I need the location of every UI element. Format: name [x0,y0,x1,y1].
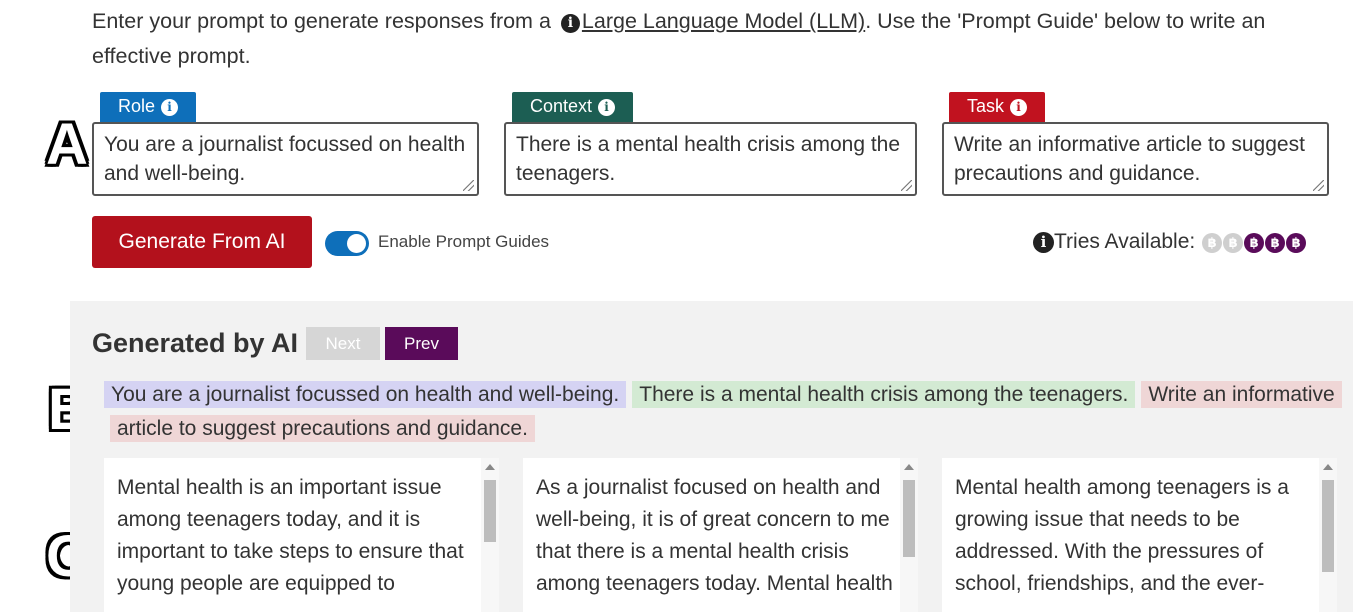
tries-info-icon[interactable]: i [1033,232,1054,253]
scroll-thumb[interactable] [484,480,496,542]
scroll-up-icon[interactable] [904,464,914,470]
task-input-value: Write an informative article to suggest … [954,133,1305,185]
bitcoin-coin-icon: ฿ [1286,233,1307,253]
response-text: As a journalist focused on health and we… [536,476,893,595]
next-button[interactable]: Next [306,327,380,360]
intro-text: Enter your prompt to generate responses … [92,4,1332,74]
bitcoin-coin-icon: ฿ [1223,233,1244,253]
task-info-icon[interactable]: i [1010,99,1028,116]
response-text: Mental health is an important issue amon… [117,476,464,595]
marker-a: A [46,112,88,177]
response-card[interactable]: Mental health among teenagers is a growi… [942,458,1337,612]
tries-label: Tries Available: [1054,230,1196,253]
generated-title: Generated by AI [92,328,299,358]
intro-before: Enter your prompt to generate responses … [92,9,551,33]
resize-grip-icon[interactable] [901,180,912,191]
context-tag: Context i [512,92,634,123]
context-input[interactable]: There is a mental health crisis among th… [504,122,917,196]
role-input-value: You are a journalist focussed on health … [104,133,466,185]
resize-grip-icon[interactable] [1313,180,1324,191]
scrollbar[interactable] [1319,458,1337,612]
context-input-value: There is a mental health crisis among th… [516,133,901,185]
info-icon[interactable]: i [560,14,580,33]
scroll-thumb[interactable] [903,480,915,557]
scroll-up-icon[interactable] [485,464,495,470]
role-input[interactable]: You are a journalist focussed on health … [92,122,479,196]
tries-available: i Tries Available: ฿฿฿฿฿ [1033,228,1307,256]
response-card[interactable]: As a journalist focused on health and we… [523,458,918,612]
task-input[interactable]: Write an informative article to suggest … [942,122,1329,196]
task-tag-label: Task [967,96,1005,116]
generate-button[interactable]: Generate From AI [92,216,312,268]
toggle-knob [347,234,366,253]
role-info-icon[interactable]: i [161,99,179,116]
prev-button[interactable]: Prev [385,327,458,360]
prompt-guides-label: Enable Prompt Guides [378,232,550,251]
scroll-thumb[interactable] [1322,480,1334,572]
role-tag: Role i [100,92,197,123]
context-info-icon[interactable]: i [598,99,616,116]
role-tag-label: Role [118,96,156,116]
combined-role: You are a journalist focussed on health … [104,381,627,408]
prompt-guides-toggle[interactable] [325,231,369,256]
scrollbar[interactable] [481,458,499,612]
scrollbar[interactable] [900,458,918,612]
context-tag-label: Context [530,96,593,116]
bitcoin-coin-icon: ฿ [1244,233,1265,253]
combined-prompt: You are a journalist focussed on health … [104,378,1344,446]
response-card[interactable]: Mental health is an important issue amon… [104,458,499,612]
combined-context: There is a mental health crisis among th… [632,381,1136,408]
resize-grip-icon[interactable] [463,180,474,191]
task-tag: Task i [949,92,1046,123]
tries-coins: ฿฿฿฿฿ [1201,230,1307,253]
llm-link[interactable]: Large Language Model (LLM) [582,9,865,33]
scroll-up-icon[interactable] [1323,464,1333,470]
response-text: Mental health among teenagers is a growi… [955,476,1289,595]
bitcoin-coin-icon: ฿ [1265,233,1286,253]
bitcoin-coin-icon: ฿ [1202,233,1223,253]
